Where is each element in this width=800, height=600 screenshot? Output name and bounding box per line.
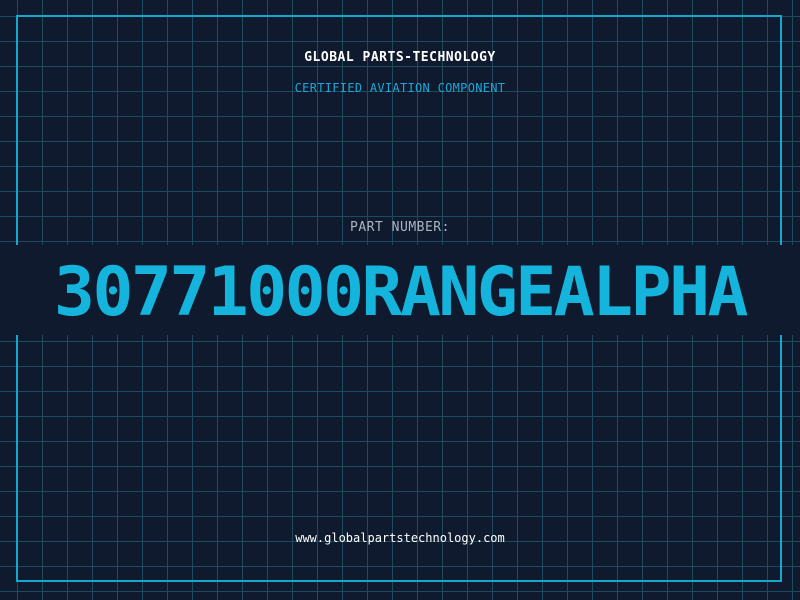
company-title: GLOBAL PARTS-TECHNOLOGY xyxy=(304,50,496,65)
part-number-value: 30771000RANGEALPHA xyxy=(54,253,748,332)
part-number-label: PART NUMBER: xyxy=(350,220,450,235)
certification-subtitle: CERTIFIED AVIATION COMPONENT xyxy=(294,81,506,95)
website-url[interactable]: www.globalpartstechnology.com xyxy=(0,531,800,545)
